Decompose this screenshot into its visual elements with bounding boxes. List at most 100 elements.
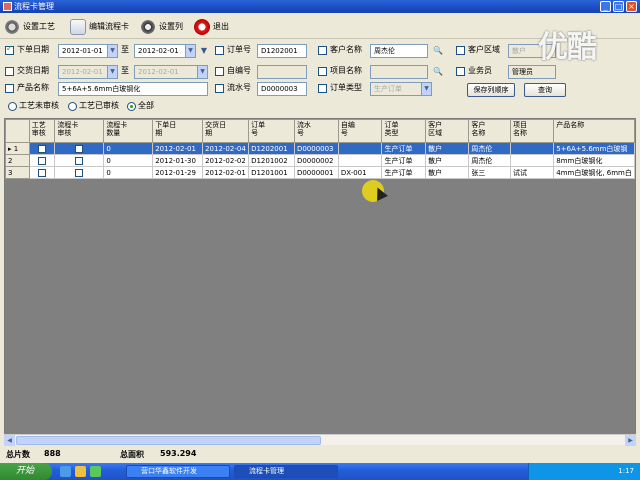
craft-review-checkbox[interactable] <box>38 144 47 153</box>
product-name-input[interactable]: 5+6A+5.6mm白玻钢化 <box>58 82 208 96</box>
customer-search-icon[interactable]: 🔍 <box>432 45 444 57</box>
order-no-cell[interactable]: D1201001 <box>248 166 295 179</box>
delivery-date-cell[interactable]: 2012-02-01 <box>202 166 250 179</box>
set-process-button[interactable]: 设置工艺 <box>4 17 55 36</box>
query-button[interactable]: 查询 <box>524 83 566 97</box>
radio-crafted[interactable] <box>68 102 77 111</box>
radio-uncrafted[interactable] <box>8 102 17 111</box>
title-bar[interactable]: 流程卡管理 _ □ × <box>0 0 640 13</box>
flow-no-cell[interactable]: D0000001 <box>293 166 339 179</box>
exit-button[interactable]: 退出 <box>194 17 229 36</box>
taskbar-item-dev[interactable]: 营口华鑫软件开发 <box>126 465 230 478</box>
order-date-from-input[interactable]: 2012-01-01 ▼ <box>58 44 118 58</box>
radio-all[interactable] <box>127 102 136 111</box>
customer-area-checkbox[interactable] <box>456 46 465 55</box>
project-name-checkbox[interactable] <box>318 67 327 76</box>
card-review-checkbox[interactable] <box>75 168 84 177</box>
delivery-date-from-input[interactable]: 2012-02-01 ▼ <box>58 65 118 79</box>
scroll-left-icon[interactable]: ◀ <box>4 435 15 446</box>
delivery-date-to-input[interactable]: 2012-02-01 ▼ <box>134 65 208 79</box>
col-self-no[interactable]: 自编号 <box>337 119 383 143</box>
project-name-input[interactable] <box>370 65 428 79</box>
chevron-down-icon[interactable]: ▼ <box>185 45 195 57</box>
area-cell[interactable]: 散户 <box>425 154 470 167</box>
close-button[interactable]: × <box>626 1 637 12</box>
flow-no-cell[interactable]: D0000002 <box>293 154 339 167</box>
project-cell[interactable]: 试试 <box>509 166 555 179</box>
self-no-cell[interactable]: DX-001 <box>337 166 383 179</box>
col-craft-review[interactable]: 工艺 审核 <box>28 119 56 143</box>
col-flow-no[interactable]: 流水号 <box>293 119 339 143</box>
order-type-cell[interactable]: 生产订单 <box>381 166 427 179</box>
save-column-order-button[interactable]: 保存列顺序 <box>467 83 515 97</box>
customer-cell[interactable]: 周杰伦 <box>468 154 511 167</box>
set-columns-button[interactable]: 设置列 <box>140 17 183 36</box>
quicklaunch-media-icon[interactable] <box>90 466 101 477</box>
salesman-checkbox[interactable] <box>456 67 465 76</box>
project-search-icon[interactable]: 🔍 <box>432 66 444 78</box>
card-review-checkbox[interactable] <box>75 156 84 165</box>
delivery-date-checkbox[interactable] <box>5 67 14 76</box>
order-date-extra-dropdown[interactable]: ▼ <box>198 45 210 57</box>
order-date-cell[interactable]: 2012-01-30 <box>152 154 204 167</box>
salesman-input[interactable]: 管理员 <box>508 65 556 79</box>
chevron-down-icon[interactable]: ▼ <box>421 83 431 95</box>
edit-card-button[interactable]: 编辑流程卡 <box>70 17 129 36</box>
scroll-thumb[interactable] <box>16 436 321 445</box>
minimize-button[interactable]: _ <box>600 1 611 12</box>
chevron-down-icon[interactable]: ▼ <box>197 66 207 78</box>
clock[interactable]: 1:17 <box>618 467 634 475</box>
col-card-review[interactable]: 流程卡 审核 <box>54 119 105 143</box>
product-cell[interactable]: 5+6A+5.6mm白玻钢 <box>553 142 635 155</box>
quicklaunch-folder-icon[interactable] <box>75 466 86 477</box>
qty-cell[interactable]: 0 <box>103 166 154 179</box>
product-cell[interactable]: 4mm白玻钢化, 6mm白 <box>553 166 635 179</box>
col-order-no[interactable]: 订单号 <box>248 119 295 143</box>
order-type-cell[interactable]: 生产订单 <box>381 142 427 155</box>
order-type-checkbox[interactable] <box>318 84 327 93</box>
self-no-input[interactable] <box>257 65 307 79</box>
card-review-cell[interactable] <box>54 154 105 167</box>
order-type-select[interactable]: 生产订单 ▼ <box>370 82 432 96</box>
order-no-cell[interactable]: D1202001 <box>248 142 295 155</box>
order-type-cell[interactable]: 生产订单 <box>381 154 427 167</box>
col-project[interactable]: 项目 名称 <box>509 119 555 143</box>
table-row[interactable]: 2 0 2012-01-30 2012-02-02 D1201002 D0000… <box>5 154 635 167</box>
delivery-date-cell[interactable]: 2012-02-02 <box>202 154 250 167</box>
quicklaunch-ie-icon[interactable] <box>60 466 71 477</box>
table-row[interactable]: ▸ 1 0 2012-02-01 2012-02-04 D1202001 D00… <box>5 142 635 155</box>
scroll-right-icon[interactable]: ▶ <box>625 435 636 446</box>
row-header[interactable]: 2 <box>5 154 30 167</box>
order-no-checkbox[interactable] <box>215 46 224 55</box>
order-date-to-input[interactable]: 2012-02-01 ▼ <box>134 44 196 58</box>
maximize-button[interactable]: □ <box>613 1 624 12</box>
col-card-qty[interactable]: 流程卡 数量 <box>103 119 154 143</box>
data-grid[interactable]: 工艺 审核 流程卡 审核 流程卡 数量 下单日期 交货日期 订单号 流水号 自编号 订… <box>4 118 636 444</box>
start-button[interactable]: 开始 <box>0 463 52 480</box>
order-date-cell[interactable]: 2012-02-01 <box>152 142 204 155</box>
product-name-checkbox[interactable] <box>5 84 14 93</box>
craft-review-checkbox[interactable] <box>38 156 47 165</box>
customer-name-input[interactable]: 周杰伦 <box>370 44 428 58</box>
project-cell[interactable] <box>509 142 555 155</box>
customer-cell[interactable]: 张三 <box>468 166 511 179</box>
horizontal-scrollbar[interactable]: ◀ ▶ <box>4 434 636 446</box>
area-cell[interactable]: 散户 <box>425 166 470 179</box>
craft-review-cell[interactable] <box>28 166 56 179</box>
order-no-cell[interactable]: D1201002 <box>248 154 295 167</box>
craft-review-checkbox[interactable] <box>38 168 47 177</box>
chevron-down-icon[interactable]: ▼ <box>107 66 117 78</box>
customer-name-checkbox[interactable] <box>318 46 327 55</box>
craft-review-cell[interactable] <box>28 154 56 167</box>
flow-no-checkbox[interactable] <box>215 84 224 93</box>
col-customer[interactable]: 客户 名称 <box>468 119 511 143</box>
flow-no-input[interactable]: D0000003 <box>257 82 307 96</box>
customer-cell[interactable]: 周杰伦 <box>468 142 511 155</box>
card-review-checkbox[interactable] <box>75 144 84 153</box>
col-order-date[interactable]: 下单日期 <box>152 119 204 143</box>
qty-cell[interactable]: 0 <box>103 154 154 167</box>
col-delivery-date[interactable]: 交货日期 <box>202 119 250 143</box>
col-area[interactable]: 客户 区域 <box>425 119 470 143</box>
craft-review-cell[interactable] <box>28 142 56 155</box>
row-header[interactable]: 3 <box>5 166 30 179</box>
